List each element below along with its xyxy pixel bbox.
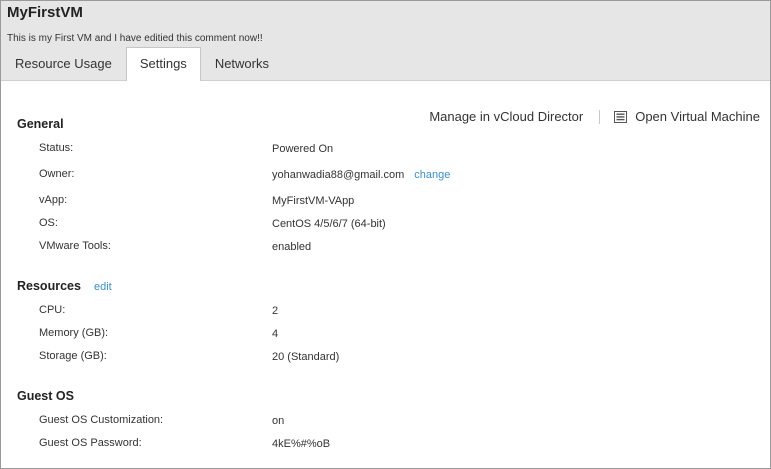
vmware-tools-value: enabled [272,241,312,253]
action-divider [599,109,601,124]
general-section-title: General [17,117,64,131]
action-bar: Manage in vCloud Director Open Virtual M… [429,109,760,124]
guest-os-customization-value: on [272,415,285,427]
guest-os-section-title: Guest OS [17,389,74,403]
open-virtual-machine-label: Open Virtual Machine [635,109,760,124]
guest-os-password-label: Guest OS Password: [39,437,142,449]
vm-header: MyFirstVM This is my First VM and I have… [1,1,770,81]
change-owner-link[interactable]: change [414,169,450,181]
vapp-value: MyFirstVM-VApp [272,195,355,207]
vapp-label: vApp: [39,194,68,206]
cpu-value: 2 [272,305,279,317]
vm-description: This is my First VM and I have editied t… [7,33,263,44]
owner-label: Owner: [39,168,75,180]
status-value: Powered On [272,143,334,155]
tab-bar: Resource Usage Settings Networks [1,47,283,81]
memory-label: Memory (GB): [39,327,109,339]
os-label: OS: [39,217,58,229]
vmware-tools-label: VMware Tools: [39,240,111,252]
vm-name: MyFirstVM [7,4,83,21]
tab-resource-usage[interactable]: Resource Usage [1,47,126,80]
guest-os-customization-label: Guest OS Customization: [39,414,164,426]
tab-networks[interactable]: Networks [201,47,283,80]
guest-os-password-value: 4kE%#%oB [272,438,331,450]
os-value: CentOS 4/5/6/7 (64-bit) [272,218,386,230]
owner-row-value: yohanwadia88@gmail.com change [272,169,450,181]
cpu-label: CPU: [39,304,66,316]
manage-in-vcloud-director-link[interactable]: Manage in vCloud Director [429,109,583,124]
storage-value: 20 (Standard) [272,351,340,363]
owner-value: yohanwadia88@gmail.com [272,169,405,181]
storage-label: Storage (GB): [39,350,107,362]
status-label: Status: [39,142,74,154]
open-virtual-machine-button[interactable]: Open Virtual Machine [614,109,760,124]
vm-details-panel: MyFirstVM This is my First VM and I have… [0,0,771,469]
resources-section-title: Resources [17,279,81,293]
document-icon [614,110,628,123]
memory-value: 4 [272,328,279,340]
tab-settings[interactable]: Settings [125,47,201,81]
edit-resources-link[interactable]: edit [94,281,112,293]
